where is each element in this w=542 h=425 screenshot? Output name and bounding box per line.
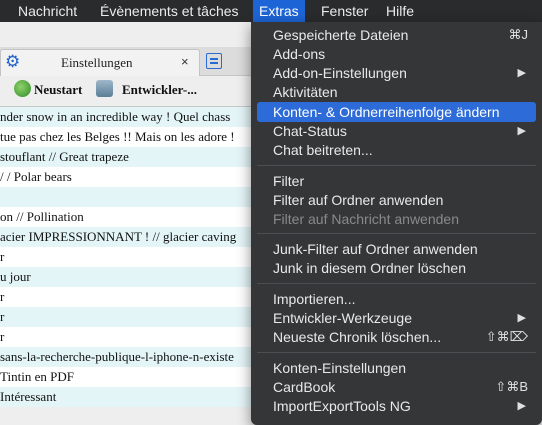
menu-item-label: Junk-Filter auf Ordner anwenden: [273, 241, 478, 257]
menu-item-label: Junk in diesem Ordner löschen: [273, 260, 466, 276]
menu-item-gespeicherte-dateien[interactable]: Gespeicherte Dateien ⌘J: [257, 25, 536, 45]
menu-item-chat-beitreten[interactable]: Chat beitreten...: [257, 140, 536, 160]
developer-button[interactable]: Entwickler-...: [122, 82, 197, 98]
close-icon[interactable]: ×: [181, 54, 189, 69]
menu-item-label: Chat beitreten...: [273, 142, 373, 158]
menu-item-label: Filter: [273, 173, 305, 189]
menu-item-filter[interactable]: Filter: [257, 171, 536, 191]
gear-icon: ⚙: [5, 52, 21, 72]
menu-item-label: Entwickler-Werkzeuge: [273, 310, 413, 326]
menu-item-label: Konten-Einstellungen: [273, 360, 407, 376]
restart-icon: [14, 80, 31, 97]
menu-evenements-taches[interactable]: Évènements et tâches: [94, 0, 245, 22]
menu-item-filter-auf-ordner[interactable]: Filter auf Ordner anwenden: [257, 190, 536, 210]
menu-item-aktivitaeten[interactable]: Aktivitäten: [257, 82, 536, 102]
restart-button[interactable]: Neustart: [34, 82, 82, 98]
document-tab-icon[interactable]: [206, 53, 222, 69]
menu-item-konten-einstellungen[interactable]: Konten-Einstellungen: [257, 358, 536, 378]
menu-bar: Nachricht Évènements et tâches Extras Fe…: [0, 0, 542, 22]
submenu-arrow-icon: ▶: [517, 67, 526, 79]
menu-item-label: Importieren...: [273, 291, 356, 307]
menu-item-label: Gespeicherte Dateien: [273, 27, 409, 43]
menu-item-konten-ordnerreihenfolge[interactable]: Konten- & Ordnerreihenfolge ändern: [257, 102, 536, 122]
developer-tools-icon: [96, 80, 113, 97]
menu-item-importieren[interactable]: Importieren...: [257, 289, 536, 309]
menu-item-add-ons[interactable]: Add-ons: [257, 44, 536, 64]
menu-extras[interactable]: Extras: [253, 0, 305, 22]
menu-item-label: Konten- & Ordnerreihenfolge ändern: [273, 104, 500, 120]
menu-hilfe[interactable]: Hilfe: [380, 0, 420, 22]
shortcut-label: ⇧⌘⌦: [485, 329, 528, 344]
menu-fenster[interactable]: Fenster: [315, 0, 374, 22]
menu-item-chat-status[interactable]: Chat-Status ▶: [257, 121, 536, 141]
tab-label: Einstellungen: [61, 55, 133, 70]
menu-item-cardbook[interactable]: CardBook ⇧⌘B: [257, 377, 536, 397]
menu-item-junk-loeschen[interactable]: Junk in diesem Ordner löschen: [257, 258, 536, 278]
menu-nachricht[interactable]: Nachricht: [12, 0, 83, 22]
menu-separator: [257, 233, 536, 234]
submenu-arrow-icon: ▶: [517, 125, 526, 137]
menu-item-label: Chat-Status: [273, 123, 347, 139]
submenu-arrow-icon: ▶: [517, 312, 526, 324]
menu-item-label: Filter auf Ordner anwenden: [273, 192, 444, 208]
menu-item-label: Add-on-Einstellungen: [273, 65, 407, 81]
menu-item-label: CardBook: [273, 379, 336, 395]
menu-item-add-on-einstellungen[interactable]: Add-on-Einstellungen ▶: [257, 63, 536, 83]
menu-item-label: Filter auf Nachricht anwenden: [273, 211, 459, 227]
tab-einstellungen[interactable]: ⚙ Einstellungen ×: [0, 49, 200, 76]
menu-item-label: Neueste Chronik löschen...: [273, 329, 442, 345]
menu-item-label: ImportExportTools NG: [273, 398, 411, 414]
menu-separator: [257, 283, 536, 284]
shortcut-label: ⇧⌘B: [495, 379, 528, 394]
submenu-arrow-icon: ▶: [517, 400, 526, 412]
menu-item-label: Add-ons: [273, 46, 326, 62]
menu-separator: [257, 352, 536, 353]
menu-separator: [257, 165, 536, 166]
menu-item-importexporttools[interactable]: ImportExportTools NG ▶: [257, 396, 536, 416]
menu-item-chronik-loeschen[interactable]: Neueste Chronik löschen... ⇧⌘⌦: [257, 327, 536, 347]
menu-item-entwickler-werkzeuge[interactable]: Entwickler-Werkzeuge ▶: [257, 308, 536, 328]
menu-item-label: Aktivitäten: [273, 84, 338, 100]
extras-dropdown-menu: Gespeicherte Dateien ⌘J Add-ons Add-on-E…: [251, 22, 542, 425]
shortcut-label: ⌘J: [508, 27, 529, 42]
menu-item-filter-auf-nachricht: Filter auf Nachricht anwenden: [257, 209, 536, 229]
menu-item-junk-filter-ordner[interactable]: Junk-Filter auf Ordner anwenden: [257, 239, 536, 259]
